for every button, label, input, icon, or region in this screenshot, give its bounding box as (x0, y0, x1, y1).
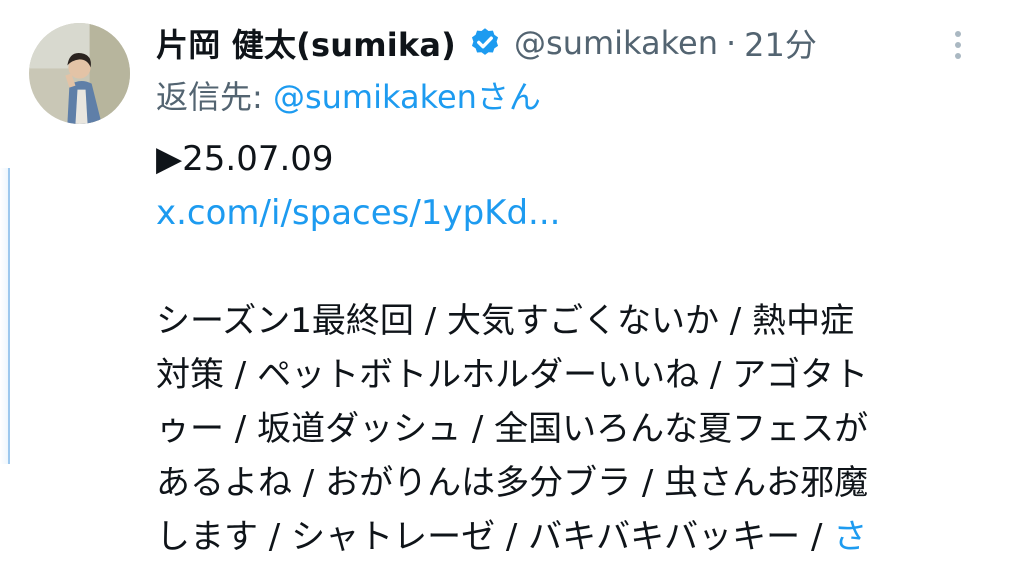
more-vertical-icon (955, 31, 961, 59)
verified-badge-icon (471, 28, 499, 55)
tweet-link[interactable]: x.com/i/spaces/1ypKd... (156, 186, 996, 240)
tweet-text-last: します / シャトレーゼ / バキバキバッキー / (156, 517, 834, 557)
display-name[interactable]: 片岡 健太(sumika) (156, 20, 456, 66)
meta-separator: · (725, 24, 737, 62)
handle[interactable]: @sumikaken (514, 24, 718, 62)
timestamp[interactable]: 21分 (744, 20, 817, 66)
reply-to-line: 返信先: @sumikakenさん (156, 72, 916, 122)
selection-edge-bar (0, 168, 10, 464)
tweet-date-line: ▶25.07.09 (156, 139, 334, 179)
tweet-inline-link[interactable]: さ (833, 517, 867, 557)
tweet-text-line-last: します / シャトレーゼ / バキバキバッキー / さ (156, 510, 996, 564)
reply-to-label: 返信先: (156, 78, 273, 116)
tweet-header: 片岡 健太(sumika) @sumikaken · 21分 (156, 18, 916, 68)
avatar[interactable] (29, 23, 130, 124)
tweet-body: ▶25.07.09 x.com/i/spaces/1ypKd... シーズン1最… (156, 132, 996, 564)
tweet-text-line: ゥー / 坂道ダッシュ / 全国いろんな夏フェスが (156, 409, 869, 449)
avatar-photo (29, 23, 130, 124)
tweet-text-line: あるよね / おがりんは多分ブラ / 虫さんお邪魔 (156, 463, 869, 503)
tweet-text-line: 対策 / ペットボトルホルダーいいね / アゴタト (156, 355, 869, 395)
tweet-text-line: シーズン1最終回 / 大気すごくないか / 熱中症 (156, 301, 855, 341)
reply-to-mention[interactable]: @sumikakenさん (273, 78, 541, 116)
more-options-button[interactable] (948, 28, 968, 62)
